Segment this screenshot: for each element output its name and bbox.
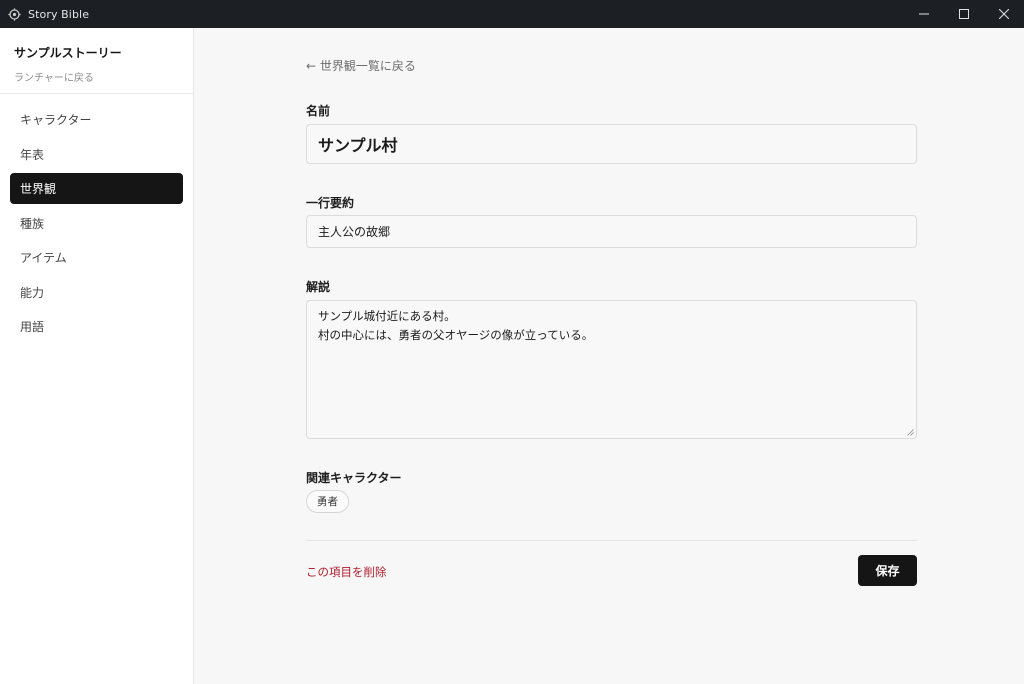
related-character-chip[interactable]: 勇者 — [306, 490, 349, 513]
sidebar-item-worldbuilding[interactable]: 世界観 — [10, 173, 183, 204]
summary-label: 一行要約 — [306, 196, 355, 210]
sidebar-item-races[interactable]: 種族 — [10, 208, 183, 239]
sidebar-item-characters[interactable]: キャラクター — [10, 104, 183, 135]
back-to-launcher-link[interactable]: ランチャーに戻る — [14, 69, 179, 84]
maximize-button[interactable] — [944, 0, 984, 28]
minimize-button[interactable] — [904, 0, 944, 28]
related-characters-label: 関連キャラクター — [306, 471, 402, 485]
back-to-list-link[interactable]: ← 世界観一覧に戻る — [306, 57, 416, 74]
description-textarea[interactable]: サンプル城付近にある村。 村の中心には、勇者の父オヤージの像が立っている。 — [306, 300, 917, 439]
delete-entry-link[interactable]: この項目を削除 — [306, 564, 387, 580]
window-title: Story Bible — [28, 7, 90, 21]
sidebar-item-items[interactable]: アイテム — [10, 242, 183, 273]
divider — [306, 540, 917, 541]
sidebar: サンプルストーリー ランチャーに戻る キャラクター 年表 世界観 種族 アイテム… — [0, 28, 194, 684]
sidebar-nav: キャラクター 年表 世界観 種族 アイテム 能力 用語 — [0, 94, 193, 342]
story-title: サンプルストーリー — [14, 46, 122, 60]
close-button[interactable] — [984, 0, 1024, 28]
title-bar: Story Bible — [0, 0, 1024, 28]
summary-input[interactable]: 主人公の故郷 — [306, 215, 917, 248]
main-content: ← 世界観一覧に戻る 名前 サンプル村 一行要約 主人公の故郷 解説 サンプル城… — [194, 28, 1024, 684]
close-icon — [999, 9, 1009, 19]
resize-handle-icon[interactable] — [907, 429, 914, 436]
name-input[interactable]: サンプル村 — [306, 124, 917, 164]
minimize-icon — [919, 13, 929, 15]
sidebar-item-abilities[interactable]: 能力 — [10, 277, 183, 308]
description-label: 解説 — [306, 280, 331, 294]
description-text: サンプル城付近にある村。 村の中心には、勇者の父オヤージの像が立っている。 — [318, 309, 594, 342]
app-icon — [0, 0, 28, 28]
save-button[interactable]: 保存 — [858, 555, 917, 586]
maximize-icon — [959, 9, 969, 19]
name-label: 名前 — [306, 104, 331, 118]
sidebar-item-terms[interactable]: 用語 — [10, 311, 183, 342]
sidebar-item-timeline[interactable]: 年表 — [10, 139, 183, 170]
story-header: サンプルストーリー ランチャーに戻る — [0, 28, 193, 94]
